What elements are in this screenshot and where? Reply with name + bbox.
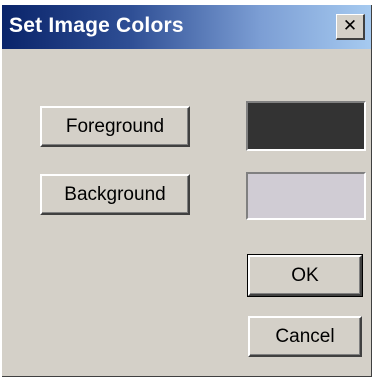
foreground-button[interactable]: Foreground (40, 106, 190, 147)
foreground-color-swatch (246, 101, 366, 151)
background-button[interactable]: Background (40, 174, 190, 215)
cancel-button-label: Cancel (275, 325, 335, 347)
close-icon: ✕ (342, 16, 358, 36)
set-image-colors-dialog: Set Image Colors ✕ Foreground Background… (2, 5, 372, 377)
close-button[interactable]: ✕ (336, 14, 365, 40)
background-button-label: Background (64, 183, 166, 205)
ok-button[interactable]: OK (247, 254, 363, 297)
dialog-title: Set Image Colors (9, 14, 184, 37)
background-color-swatch (246, 172, 366, 220)
title-bar[interactable]: Set Image Colors ✕ (2, 5, 371, 49)
foreground-button-label: Foreground (65, 115, 165, 137)
cancel-button[interactable]: Cancel (248, 316, 362, 357)
ok-button-label: OK (291, 264, 319, 286)
